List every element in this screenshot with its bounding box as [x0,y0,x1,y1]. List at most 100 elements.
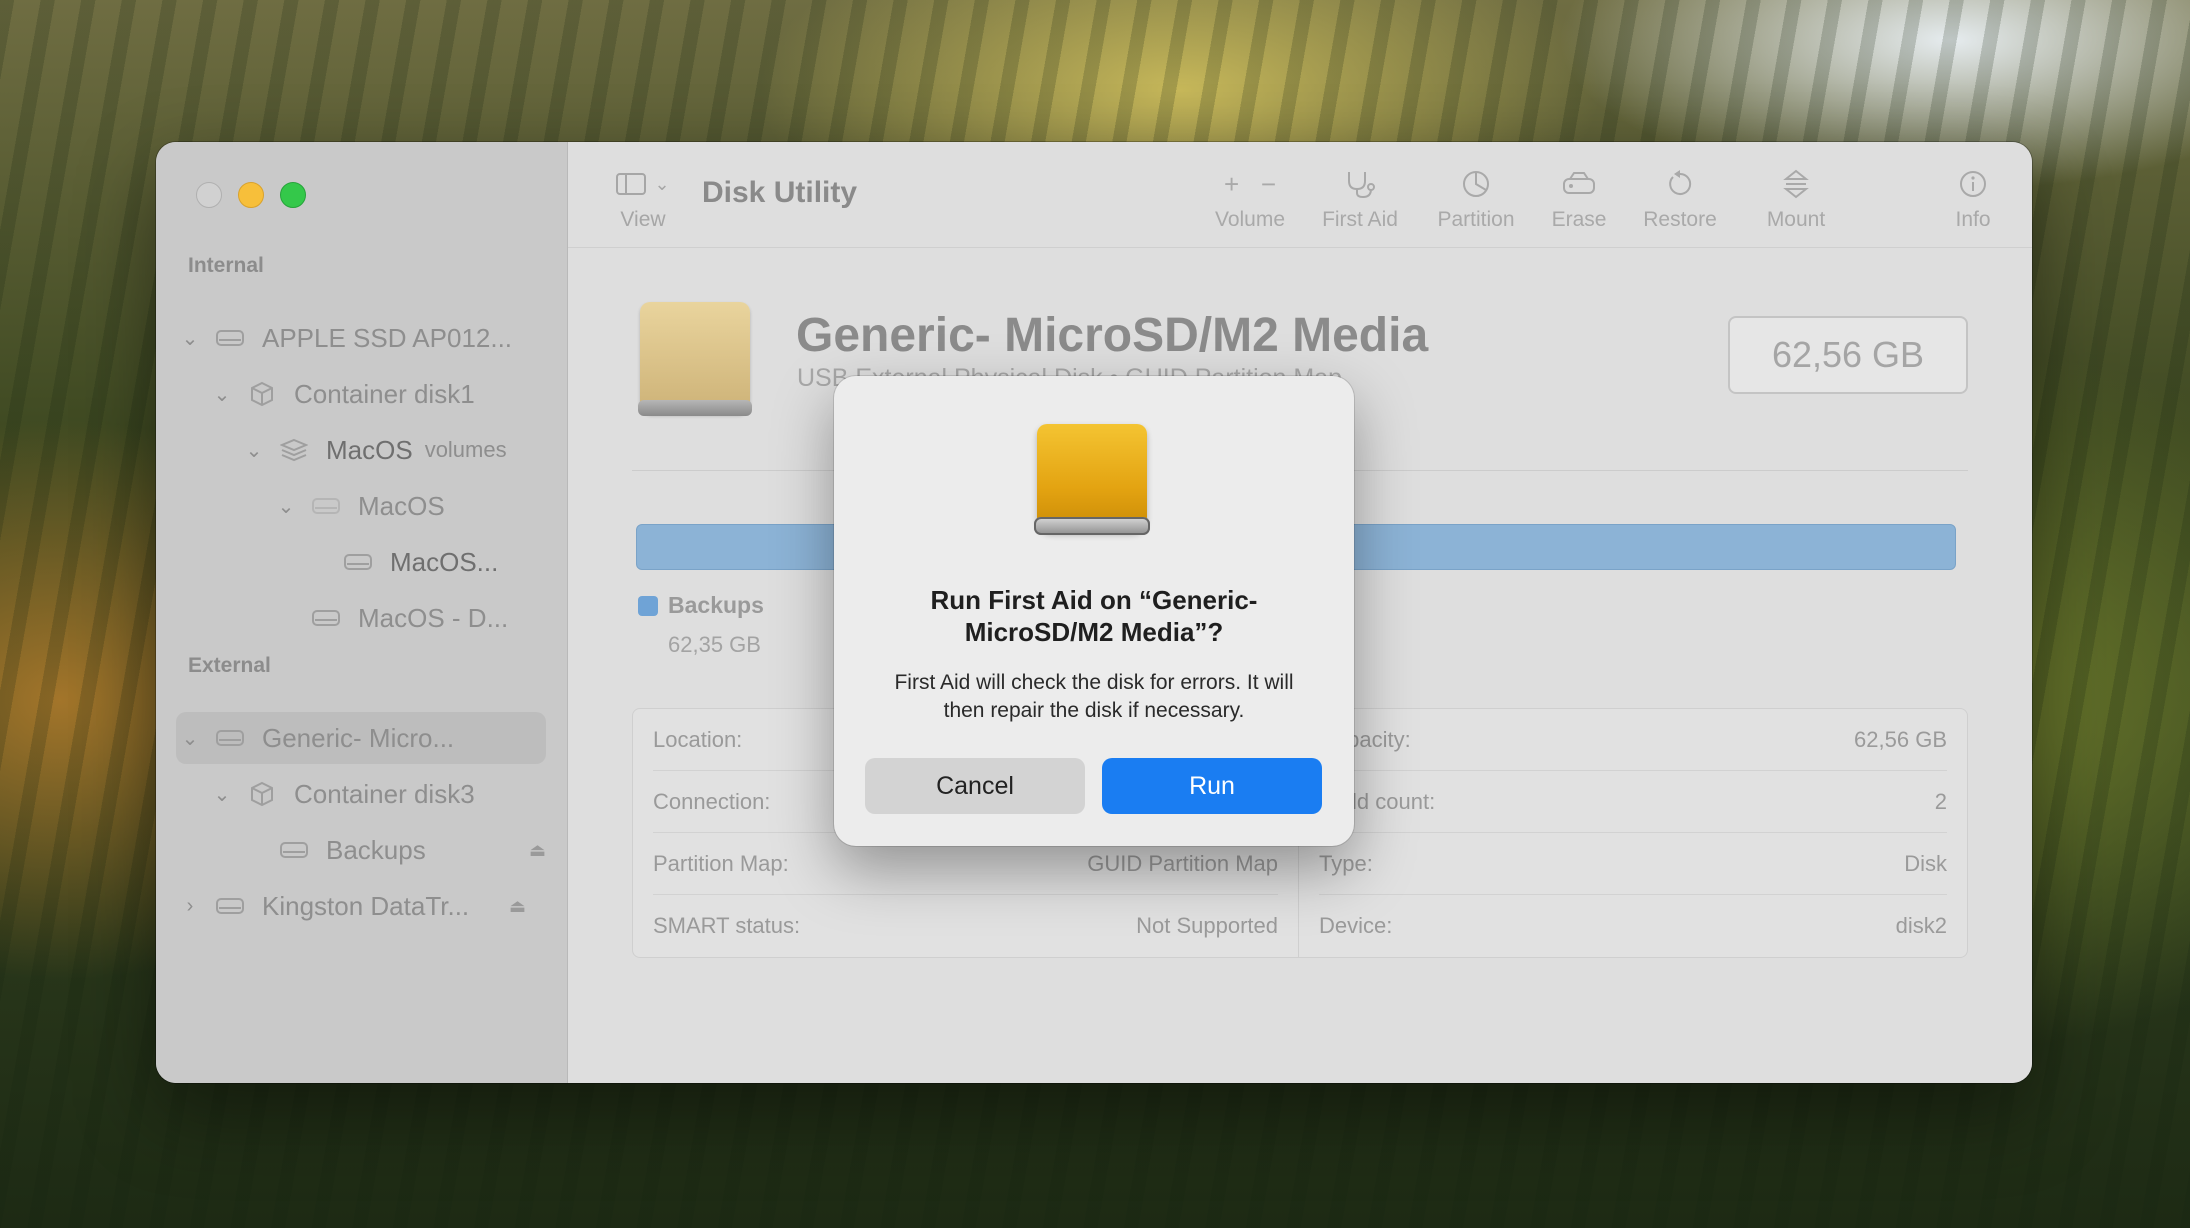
drive-icon [276,837,312,863]
stethoscope-icon [1310,166,1410,202]
info-row: SMART status: Not Supported [653,895,1278,956]
disk-title: Generic- MicroSD/M2 Media [796,309,1429,362]
minus-icon[interactable]: − [1261,169,1276,200]
window-title: Disk Utility [702,176,858,209]
restore-button[interactable]: Restore [1630,166,1730,232]
sidebar-item-label: Generic- Micro... [262,722,455,753]
sidebar-item-label: Kingston DataTr... [262,890,470,921]
sidebar-item-label: APPLE SSD AP012... [262,322,513,353]
plus-icon[interactable]: + [1224,169,1239,200]
info-value: Not Supported [1136,912,1278,938]
chevron-down-icon[interactable]: ⌄ [240,438,268,463]
sidebar-section-external: External [188,654,271,677]
chevron-down-icon[interactable]: ⌄ [272,494,300,519]
info-key: Partition Map: [653,850,789,876]
erase-drive-icon [1534,166,1624,202]
legend-label: Backups [668,592,764,618]
drive-icon [308,493,344,519]
sidebar: Internal ⌄ APPLE SSD AP012... ⌄ Containe… [156,142,568,1083]
chevron-down-icon[interactable]: ⌄ [208,382,236,407]
legend-swatch [638,596,658,616]
erase-label: Erase [1551,208,1607,231]
info-key: Location: [653,726,743,752]
legend-size: 62,35 GB [668,632,761,657]
run-button[interactable]: Run [1102,758,1322,814]
external-drive-icon [212,893,248,919]
sidebar-item-backups[interactable]: Backups ⏏ [268,824,566,876]
partition-button[interactable]: Partition [1426,166,1526,232]
sidebar-section-internal: Internal [188,254,264,277]
pie-chart-icon [1426,166,1526,202]
external-drive-icon [212,725,248,751]
volume-label: Volume [1214,208,1286,231]
first-aid-label: First Aid [1322,208,1398,231]
container-icon [244,781,280,807]
sidebar-item-generic-micro[interactable]: ⌄ Generic- Micro... [176,712,546,764]
info-row: Capacity: 62,56 GB [1319,709,1947,771]
sidebar-item-label: MacOS [326,434,413,465]
info-icon [1938,166,2008,202]
zoom-button[interactable] [280,182,306,208]
view-label: View [620,208,666,231]
chevron-down-icon[interactable]: ⌄ [208,782,236,807]
cancel-button[interactable]: Cancel [865,758,1085,814]
info-value: 2 [1934,788,1947,814]
chevron-down-icon: ⌄ [654,173,670,194]
info-key: Connection: [653,788,771,814]
info-key: Device: [1319,912,1393,938]
info-button[interactable]: Info [1938,166,2008,232]
info-value: GUID Partition Map [1087,850,1278,876]
info-column-right: Capacity: 62,56 GB Child count: 2 Type: Dis… [1299,709,1967,957]
sidebar-item-container-disk1[interactable]: ⌄ Container disk1 [208,368,578,420]
info-value: disk2 [1895,912,1947,938]
mount-icon [1746,166,1846,202]
info-key: Type: [1319,850,1373,876]
toolbar: ⌄ View Disk Utility + − Volume First Aid [568,142,2032,248]
sidebar-item-label: MacOS... [390,546,499,577]
erase-button[interactable]: Erase [1534,166,1624,232]
info-value: Disk [1904,850,1947,876]
info-value: 62,56 GB [1854,726,1947,752]
chevron-down-icon[interactable]: ⌄ [176,326,204,351]
info-key: SMART status: [653,912,801,938]
drive-icon [308,605,344,631]
minimize-button[interactable] [238,182,264,208]
info-row: Device: disk2 [1319,895,1947,956]
sidebar-item-container-disk3[interactable]: ⌄ Container disk3 [208,768,578,820]
info-label: Info [1955,208,1991,231]
close-button[interactable] [196,182,222,208]
dialog-message: First Aid will check the disk for errors… [894,671,1294,722]
view-button[interactable]: ⌄ View [608,166,678,232]
partition-label: Partition [1437,208,1515,231]
restore-label: Restore [1643,208,1717,231]
disk-size-badge: 62,56 GB [1728,316,1968,394]
eject-icon[interactable]: ⏏ [529,840,546,861]
window-controls [196,182,306,208]
sidebar-item-label: Container disk1 [294,378,475,409]
external-disk-icon [638,302,752,416]
sidebar-item-sublabel: volumes [424,437,507,462]
sidebar-item-label: Container disk3 [294,778,475,809]
volume-button[interactable]: + − Volume [1200,166,1300,232]
sidebar-item-label: MacOS - D... [358,602,509,633]
sidebar-item-label: Backups [326,834,426,865]
sidebar-toggle-icon [616,173,647,195]
drive-icon [340,549,376,575]
restore-arrow-icon [1630,166,1730,202]
chevron-down-icon[interactable]: ⌄ [176,726,204,751]
drive-icon [212,325,248,351]
first-aid-button[interactable]: First Aid [1310,166,1410,232]
chevron-right-icon[interactable]: › [176,895,204,918]
sidebar-item-label: MacOS [358,490,445,521]
sidebar-item-apple-ssd[interactable]: ⌄ APPLE SSD AP012... [176,312,546,364]
container-icon [244,381,280,407]
dialog-title: Run First Aid on “Generic-MicroSD/M2 Med… [930,585,1258,647]
volume-group-icon [276,437,312,463]
sidebar-item-macos-volumes[interactable]: ⌄ MacOS volumes [240,424,610,476]
external-disk-icon [1034,424,1150,535]
sidebar-item-kingston[interactable]: › Kingston DataTr... ⏏ [176,880,546,932]
eject-icon[interactable]: ⏏ [509,896,526,917]
mount-button[interactable]: Mount [1746,166,1846,232]
first-aid-dialog: Run First Aid on “Generic-MicroSD/M2 Med… [834,376,1354,846]
info-row: Child count: 2 [1319,771,1947,833]
